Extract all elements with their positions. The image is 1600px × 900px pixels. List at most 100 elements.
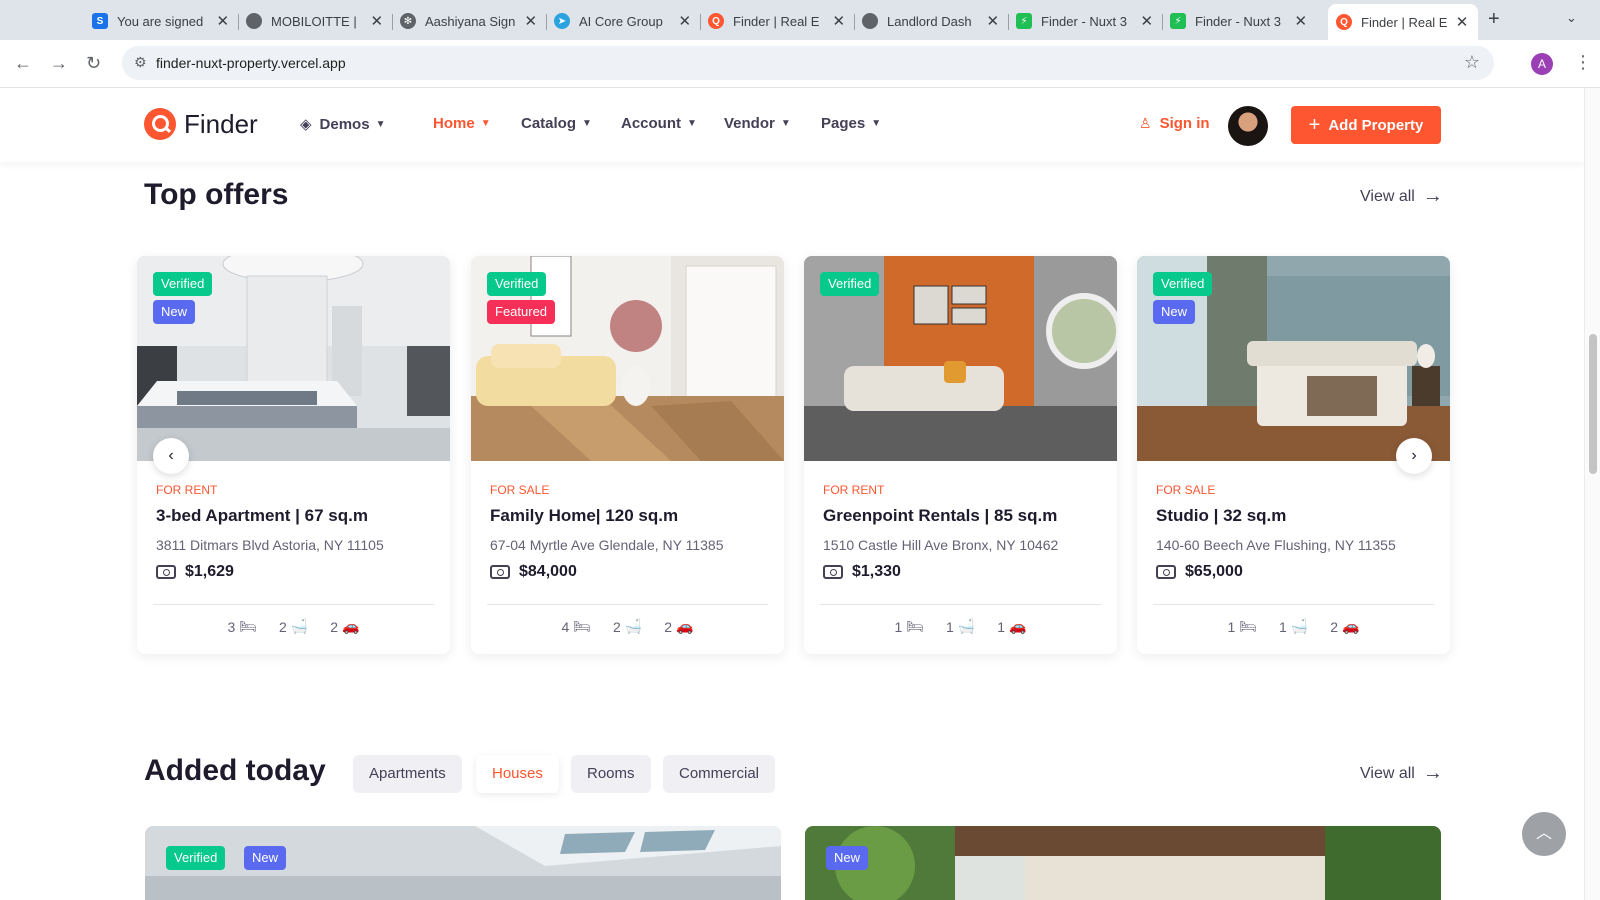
close-icon[interactable]: ✕ [1454, 13, 1470, 31]
arrow-right-icon: → [1422, 185, 1443, 207]
browser-tab[interactable]: ➤ AI Core Group ✕ [546, 6, 701, 36]
property-address: 1510 Castle Hill Ave Bronx, NY 10462 [823, 537, 1059, 553]
address-bar[interactable]: ⚙ finder-nuxt-property.vercel.app ☆ [122, 46, 1494, 80]
cash-icon [823, 565, 843, 579]
url-text[interactable]: finder-nuxt-property.vercel.app [156, 55, 346, 71]
carousel-prev-button[interactable]: ‹ [153, 438, 189, 474]
property-photo[interactable] [805, 826, 1441, 900]
view-all-link[interactable]: View all → [1360, 185, 1443, 208]
browser-tab[interactable]: MOBILOITTE | ✕ [238, 6, 393, 36]
nav-account[interactable]: Account ▼ [621, 115, 697, 132]
tab-title: Finder | Real E [733, 13, 820, 29]
browser-tab-active[interactable]: Q Finder | Real E ✕ [1328, 4, 1478, 40]
bathrooms: 2 🛁 [613, 618, 642, 635]
bathrooms: 2 🛁 [279, 618, 308, 635]
nav-home[interactable]: Home ▼ [433, 115, 491, 132]
bed-icon: 🛏 [239, 618, 258, 634]
bedrooms: 1 🛏 [1227, 618, 1257, 635]
bath-icon: 🛁 [624, 618, 643, 634]
avatar[interactable] [1228, 106, 1268, 146]
property-title[interactable]: Family Home| 120 sq.m [490, 506, 678, 526]
browser-tab[interactable]: S You are signed ✕ [84, 6, 239, 36]
nav-catalog[interactable]: Catalog ▼ [521, 115, 592, 132]
browser-tab[interactable]: Landlord Dash ✕ [854, 6, 1009, 36]
property-card[interactable]: Verified FOR RENT Greenpoint Rentals | 8… [804, 256, 1117, 654]
close-icon[interactable]: ✕ [370, 12, 384, 30]
filter-houses[interactable]: Houses [476, 755, 559, 793]
property-address: 67-04 Myrtle Ave Glendale, NY 11385 [490, 537, 724, 553]
page-scrollbar[interactable] [1584, 88, 1600, 900]
bath-count: 2 [279, 618, 287, 635]
bed-icon: 🛏 [573, 618, 592, 634]
nav-vendor[interactable]: Vendor ▼ [724, 115, 791, 132]
close-icon[interactable]: ✕ [524, 12, 538, 30]
new-badge: New [153, 300, 196, 324]
site-info-icon[interactable]: ⚙ [134, 54, 147, 71]
filter-rooms[interactable]: Rooms [571, 755, 651, 793]
property-address: 3811 Ditmars Blvd Astoria, NY 11105 [156, 537, 384, 553]
carousel-next-button[interactable]: › [1396, 438, 1432, 474]
property-photo[interactable] [145, 826, 781, 900]
nav-pages[interactable]: Pages ▼ [821, 115, 881, 132]
bed-count: 1 [1227, 618, 1236, 635]
property-card[interactable]: Verified Featured FOR SALE Family Home| … [471, 256, 784, 654]
featured-badge: Featured [487, 300, 556, 324]
scrollbar-thumb[interactable] [1589, 334, 1597, 474]
tab-search-icon[interactable]: ⌄ [1566, 10, 1577, 26]
logo[interactable]: Finder [144, 108, 258, 140]
profile-avatar[interactable]: A [1531, 53, 1553, 75]
browser-tab[interactable]: ⚡ Finder - Nuxt 3 ✕ [1162, 6, 1316, 36]
parking: 2 🚗 [1330, 618, 1359, 635]
view-all-label: View all [1360, 764, 1415, 782]
close-icon[interactable]: ✕ [832, 12, 846, 30]
chevron-right-icon: › [1411, 447, 1417, 464]
property-title[interactable]: Studio | 32 sq.m [1156, 506, 1286, 526]
view-all-link[interactable]: View all → [1360, 762, 1443, 785]
bath-icon: 🛁 [1290, 618, 1309, 634]
browser-tab[interactable]: ⚡ Finder - Nuxt 3 ✕ [1008, 6, 1163, 36]
close-icon[interactable]: ✕ [1294, 12, 1308, 30]
s-icon: S [92, 13, 108, 29]
price-value: $1,330 [852, 563, 901, 580]
bed-icon: 🛏 [1239, 618, 1258, 634]
property-title[interactable]: Greenpoint Rentals | 85 sq.m [823, 506, 1057, 526]
chevron-left-icon: ‹ [168, 447, 174, 464]
chevron-down-icon: ▼ [480, 118, 491, 129]
close-icon[interactable]: ✕ [1140, 12, 1154, 30]
divider [487, 604, 768, 605]
reload-icon[interactable]: ↻ [86, 53, 101, 74]
forward-icon[interactable]: → [50, 53, 68, 74]
browser-tab[interactable]: Q Finder | Real E ✕ [700, 6, 855, 36]
close-icon[interactable]: ✕ [986, 12, 1000, 30]
chevron-down-icon: ▼ [871, 118, 882, 129]
new-tab-icon[interactable]: + [1488, 8, 1500, 31]
nav-label: Home [433, 115, 475, 132]
filter-commercial[interactable]: Commercial [663, 755, 776, 793]
property-title[interactable]: 3-bed Apartment | 67 sq.m [156, 506, 368, 526]
close-icon[interactable]: ✕ [678, 12, 692, 30]
browser-menu-icon[interactable]: ⋮ [1574, 52, 1592, 73]
nuxt-icon: ⚡ [1016, 13, 1032, 29]
car-icon: 🚗 [1009, 618, 1027, 634]
nav-demos[interactable]: ◈ Demos ▼ [300, 115, 385, 134]
property-price: $1,330 [823, 563, 901, 581]
bath-count: 1 [1279, 618, 1287, 635]
back-icon[interactable]: ← [14, 53, 32, 74]
listing-type: FOR RENT [156, 483, 218, 497]
property-price: $84,000 [490, 563, 577, 581]
chevron-down-icon: ▼ [687, 118, 697, 129]
add-property-label: Add Property [1328, 116, 1424, 134]
new-badge: New [826, 846, 869, 870]
price-value: $84,000 [519, 563, 577, 580]
tab-title: Finder | Real E [1361, 14, 1448, 30]
bookmark-star-icon[interactable]: ☆ [1464, 52, 1480, 73]
filter-apartments[interactable]: Apartments [353, 755, 462, 793]
add-property-button[interactable]: + Add Property [1291, 106, 1441, 144]
scroll-to-top-button[interactable]: ︿ [1522, 812, 1566, 856]
chevron-down-icon: ▼ [780, 118, 791, 129]
signin-link[interactable]: ♙ Sign in [1139, 115, 1210, 132]
browser-tab[interactable]: ✻ Aashiyana Sign ✕ [392, 6, 547, 36]
site-header: Finder ◈ Demos ▼ Home ▼ Catalog ▼ Account ▼ … [0, 88, 1584, 162]
close-icon[interactable]: ✕ [216, 12, 230, 30]
layers-icon: ◈ [300, 116, 312, 133]
